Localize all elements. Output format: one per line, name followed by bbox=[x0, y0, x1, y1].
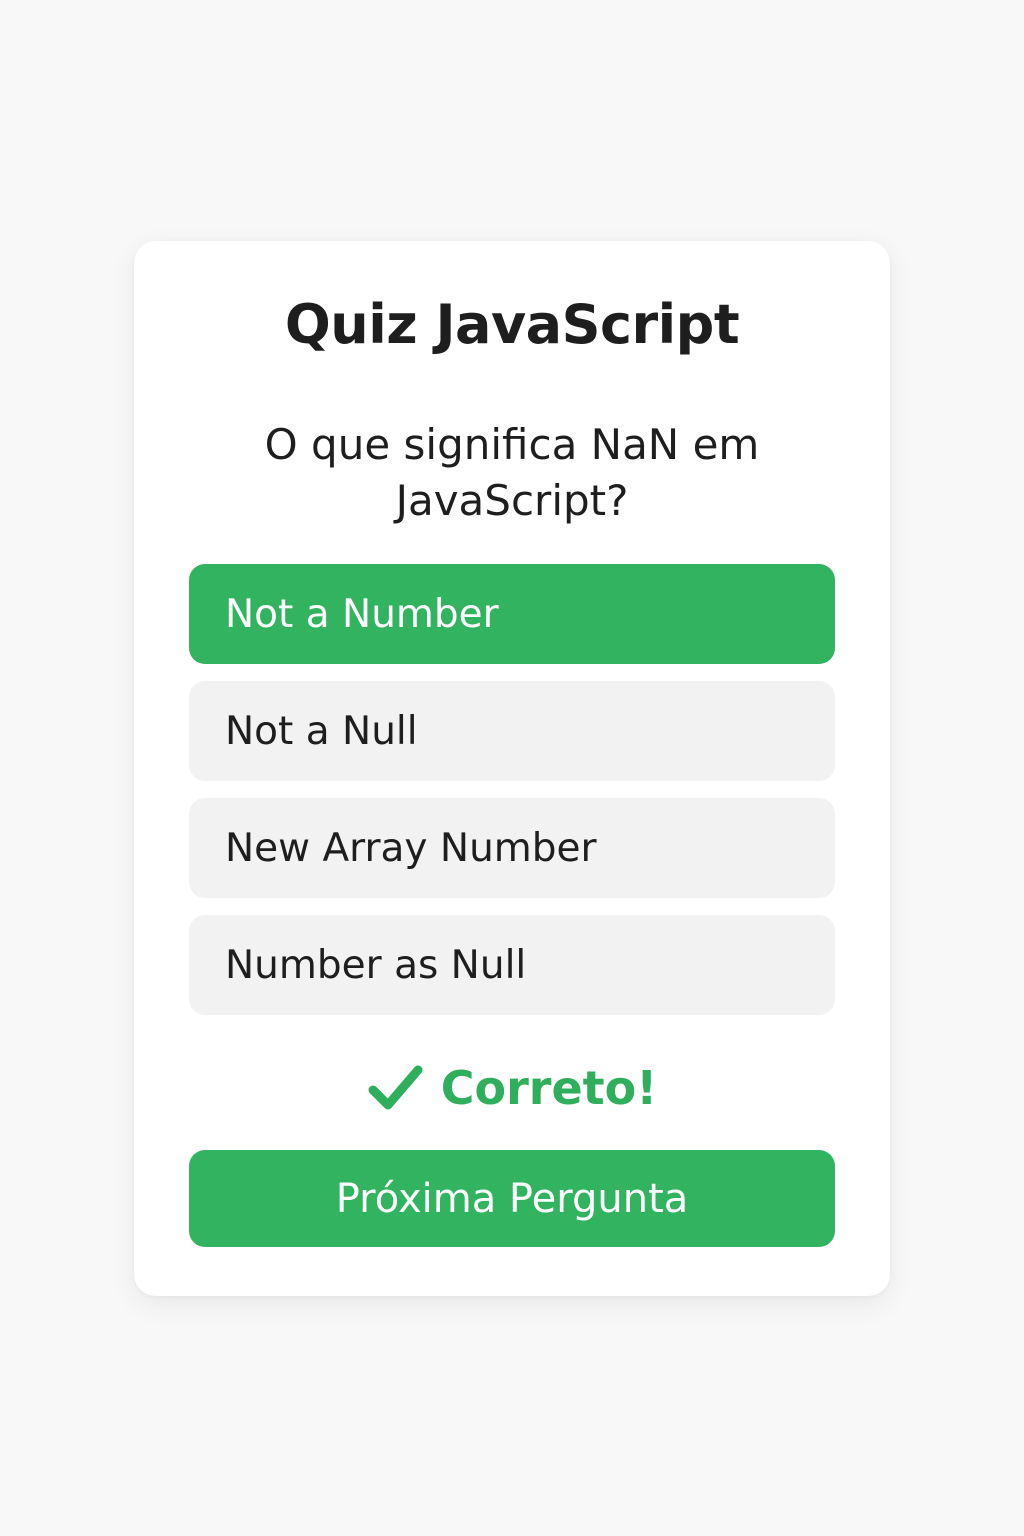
quiz-card: Quiz JavaScript O que significa NaN em J… bbox=[134, 241, 890, 1296]
next-question-button[interactable]: Próxima Pergunta bbox=[189, 1150, 835, 1247]
answer-option-correct[interactable]: Not a Number bbox=[189, 564, 835, 664]
quiz-title: Quiz JavaScript bbox=[284, 293, 740, 356]
feedback-message: Correto! bbox=[134, 1053, 890, 1123]
answer-option[interactable]: Not a Null bbox=[189, 681, 835, 781]
answer-options: Not a Number Not a Null New Array Number… bbox=[189, 564, 835, 1032]
question-text: O que significa NaN em JavaScript? bbox=[264, 420, 760, 525]
feedback-text: Correto! bbox=[440, 1061, 658, 1115]
checkmark-icon bbox=[368, 1065, 423, 1110]
answer-option[interactable]: Number as Null bbox=[189, 915, 835, 1015]
answer-option[interactable]: New Array Number bbox=[189, 798, 835, 898]
